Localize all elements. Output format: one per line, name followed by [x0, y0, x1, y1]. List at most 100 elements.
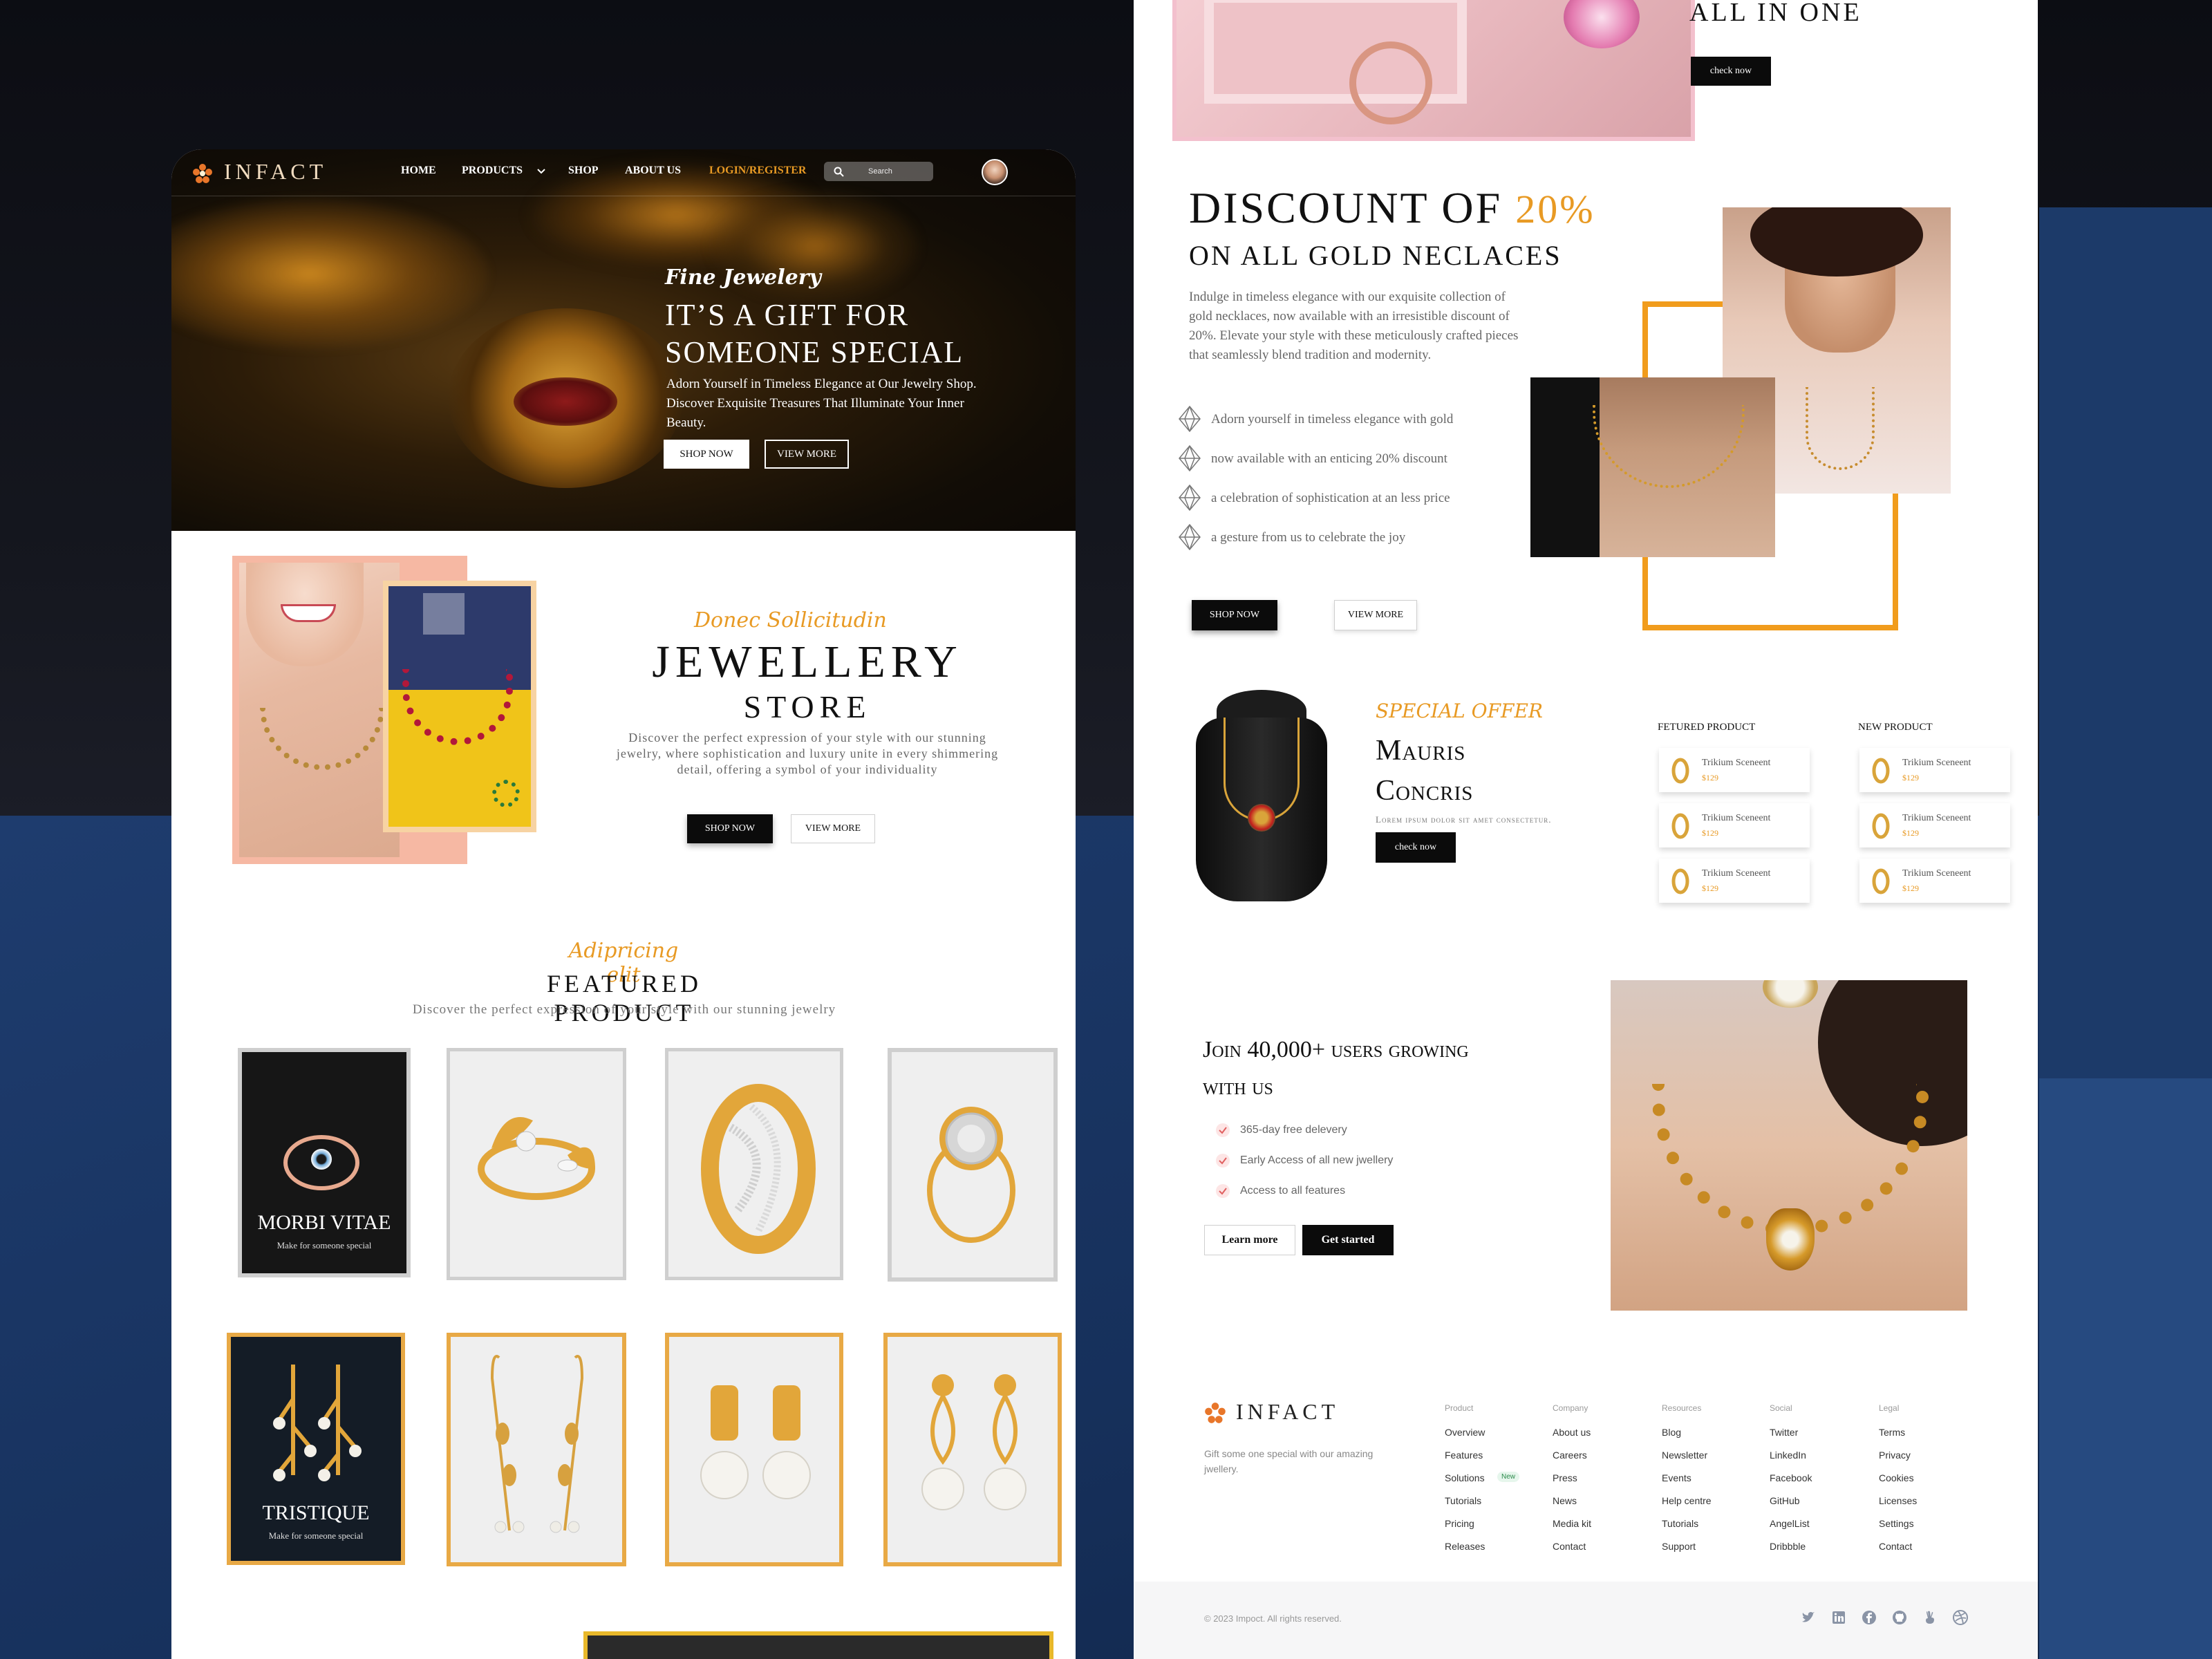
footer-link[interactable]: Events	[1662, 1472, 1712, 1495]
nav-about[interactable]: ABOUT US	[625, 165, 681, 177]
display-window-light	[423, 593, 465, 635]
item-name: Trikium Sceneent	[1902, 758, 1971, 768]
twitter-icon[interactable]	[1800, 1609, 1817, 1626]
footer-brand-logo[interactable]: INFACT	[1236, 1399, 1339, 1425]
footer-link[interactable]: GitHub	[1770, 1495, 1812, 1518]
new-product-item[interactable]: Trikium Sceneent $129	[1859, 859, 2010, 903]
footer-link-solutions[interactable]: Solutions New	[1445, 1472, 1520, 1495]
discount-subtitle: ON ALL GOLD NECLACES	[1189, 240, 1562, 271]
footer-column-legal: Legal Terms Privacy Cookies Licenses Set…	[1879, 1403, 1917, 1564]
search-box[interactable]: Search	[824, 162, 933, 181]
search-input[interactable]: Search	[868, 167, 892, 176]
featured-product-item[interactable]: Trikium Sceneent $129	[1659, 803, 1810, 847]
footer-link[interactable]: Contact	[1879, 1541, 1917, 1564]
footer-link-text: Solutions	[1445, 1472, 1485, 1483]
footer-column-company: Company About us Careers Press News Medi…	[1553, 1403, 1591, 1564]
footer-link[interactable]: Tutorials	[1445, 1495, 1485, 1518]
facebook-icon[interactable]	[1861, 1609, 1877, 1626]
wave-ring-image	[701, 1084, 816, 1254]
footer-link[interactable]: Pricing	[1445, 1518, 1485, 1541]
portrait-necklace	[1806, 387, 1875, 470]
footer-link[interactable]: Contact	[1553, 1541, 1591, 1564]
new-product-heading: NEW PRODUCT	[1858, 722, 1933, 733]
footer-link[interactable]: Dribbble	[1770, 1541, 1812, 1564]
footer-link[interactable]: Tutorials	[1662, 1518, 1712, 1541]
discount-shop-now-button[interactable]: SHOP NOW	[1192, 600, 1277, 630]
footer-link[interactable]: News	[1553, 1495, 1591, 1518]
store-view-more-button[interactable]: VIEW MORE	[791, 814, 875, 843]
all-in-one-check-now-button[interactable]: check now	[1691, 57, 1771, 86]
footer-link[interactable]: Careers	[1553, 1450, 1591, 1472]
brand-logo[interactable]: INFACT	[224, 159, 327, 185]
footer-link[interactable]: Twitter	[1770, 1427, 1812, 1450]
product-card-cluster-ring[interactable]	[888, 1048, 1058, 1282]
store-script: Donec Sollicitudin	[694, 608, 887, 632]
footer-link[interactable]: Support	[1662, 1541, 1712, 1564]
product-card-flower-drops[interactable]	[883, 1333, 1062, 1566]
hero-title-line1: IT’S A GIFT FOR	[665, 298, 910, 332]
offer-title-line2: Concris	[1376, 775, 1474, 807]
join-feature-text: Early Access of all new jwellery	[1240, 1154, 1394, 1166]
footer-link[interactable]: Features	[1445, 1450, 1485, 1472]
product-card-morbi-vitae[interactable]: MORBI VITAE Make for someone special	[238, 1048, 411, 1277]
product-card-title: TRISTIQUE	[262, 1501, 370, 1524]
item-name: Trikium Sceneent	[1902, 868, 1971, 879]
footer-link[interactable]: Privacy	[1879, 1450, 1917, 1472]
footer-link[interactable]: Press	[1553, 1472, 1591, 1495]
footer-bottom-bar: © 2023 Impoct. All rights reserved.	[1134, 1582, 2038, 1659]
footer-link[interactable]: Licenses	[1879, 1495, 1917, 1518]
github-icon[interactable]	[1891, 1609, 1908, 1626]
product-card-tristique[interactable]: TRISTIQUE Make for someone special	[227, 1333, 405, 1565]
learn-more-button[interactable]: Learn more	[1204, 1225, 1295, 1255]
footer-link[interactable]: About us	[1553, 1427, 1591, 1450]
copyright: © 2023 Impoct. All rights reserved.	[1204, 1613, 1342, 1624]
nav-products[interactable]: PRODUCTS	[462, 165, 523, 177]
dribbble-icon[interactable]	[1952, 1609, 1969, 1626]
bust-pendant	[1248, 804, 1275, 832]
nav-home[interactable]: HOME	[401, 165, 436, 177]
footer-link[interactable]: Facebook	[1770, 1472, 1812, 1495]
hero-title-line2: SOMEONE SPECIAL	[665, 335, 964, 369]
product-card-wave-ring[interactable]	[665, 1048, 843, 1280]
new-product-item[interactable]: Trikium Sceneent $129	[1859, 803, 2010, 847]
hero-shop-now-button[interactable]: SHOP NOW	[664, 440, 749, 469]
angellist-icon[interactable]	[1922, 1609, 1938, 1626]
linkedin-icon[interactable]	[1830, 1609, 1847, 1626]
footer-link[interactable]: LinkedIn	[1770, 1450, 1812, 1472]
product-card-vine-earrings[interactable]	[447, 1333, 626, 1566]
featured-description: Discover the perfect expression of your …	[412, 1002, 836, 1017]
footer-link[interactable]: Blog	[1662, 1427, 1712, 1450]
pearl-earring	[1763, 980, 1818, 1008]
footer-link[interactable]: AngelList	[1770, 1518, 1812, 1541]
footer-link[interactable]: Newsletter	[1662, 1450, 1712, 1472]
featured-product-item[interactable]: Trikium Sceneent $129	[1659, 859, 1810, 903]
footer-link[interactable]: Cookies	[1879, 1472, 1917, 1495]
footer-link[interactable]: Terms	[1879, 1427, 1917, 1450]
hero-view-more-button[interactable]: VIEW MORE	[765, 440, 849, 469]
discount-point: now available with an enticing 20% disco…	[1178, 444, 1524, 479]
footer-link[interactable]: Overview	[1445, 1427, 1485, 1450]
chevron-down-icon[interactable]	[536, 168, 546, 175]
portrait-hair	[1750, 207, 1923, 276]
featured-product-item[interactable]: Trikium Sceneent $129	[1659, 748, 1810, 792]
discount-view-more-button[interactable]: VIEW MORE	[1334, 600, 1417, 630]
hero-description: Adorn Yourself in Timeless Elegance at O…	[666, 377, 977, 430]
product-card-leaf-ring[interactable]	[447, 1048, 626, 1280]
nav-shop[interactable]: SHOP	[568, 165, 599, 177]
new-badge: New	[1497, 1472, 1520, 1482]
discount-point-text: a gesture from us to celebrate the joy	[1211, 530, 1406, 545]
footer-link[interactable]: Help centre	[1662, 1495, 1712, 1518]
store-shop-now-button[interactable]: SHOP NOW	[687, 814, 773, 843]
footer-link[interactable]: Media kit	[1553, 1518, 1591, 1541]
top-nav: INFACT HOME PRODUCTS SHOP ABOUT US LOGIN…	[171, 149, 1076, 196]
nav-login-register[interactable]: LOGIN/REGISTER	[709, 165, 806, 177]
product-card-pearl-studs[interactable]	[665, 1333, 843, 1566]
new-product-item[interactable]: Trikium Sceneent $129	[1859, 748, 2010, 792]
footer-link[interactable]: Releases	[1445, 1541, 1485, 1564]
footer-link[interactable]: Settings	[1879, 1518, 1917, 1541]
offer-check-now-button[interactable]: check now	[1376, 832, 1456, 863]
diamond-icon	[1179, 523, 1201, 551]
get-started-button[interactable]: Get started	[1302, 1225, 1394, 1255]
avatar[interactable]	[982, 159, 1008, 185]
model-necklace	[260, 708, 384, 770]
